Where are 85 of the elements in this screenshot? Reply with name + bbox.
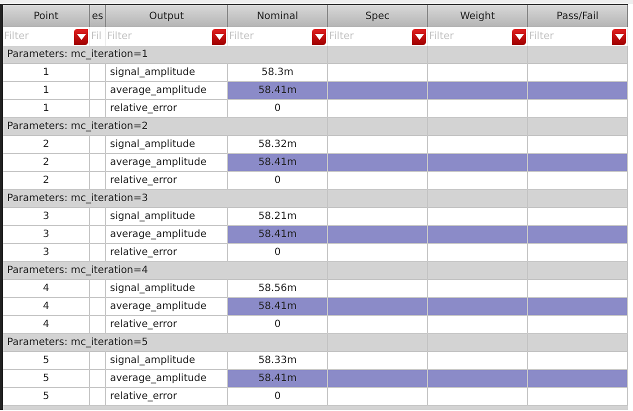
dropdown-icon[interactable] <box>312 28 326 44</box>
table-cell: 1 <box>3 100 90 118</box>
table-cell: relative_error <box>106 100 228 118</box>
column-header[interactable]: Pass/Fail <box>528 5 628 27</box>
table-cell: average_amplitude <box>106 298 228 316</box>
table-cell <box>90 298 106 316</box>
table-cell: 4 <box>3 298 90 316</box>
table-cell: 58.41m <box>228 298 328 316</box>
table-cell: signal_amplitude <box>106 352 228 370</box>
dropdown-icon[interactable] <box>74 28 88 44</box>
table-cell: 2 <box>3 136 90 154</box>
column-header[interactable]: es <box>90 5 106 27</box>
table-cell <box>90 226 106 244</box>
table-cell <box>90 316 106 334</box>
table-cell <box>90 82 106 100</box>
table-cell: 3 <box>3 208 90 226</box>
table-cell: 58.33m <box>228 352 328 370</box>
dropdown-icon[interactable] <box>412 28 426 44</box>
table-cell: 58.41m <box>228 226 328 244</box>
table-cell: 1 <box>3 82 90 100</box>
table-cell: average_amplitude <box>106 370 228 388</box>
filter-field[interactable]: Fil <box>90 31 105 42</box>
table-cell <box>90 352 106 370</box>
table-cell: 5 <box>3 352 90 370</box>
group-header[interactable]: Parameters: mc_iteration=5 <box>3 334 328 352</box>
table-cell: relative_error <box>106 316 228 334</box>
table-cell: signal_amplitude <box>106 208 228 226</box>
table-cell: 2 <box>3 154 90 172</box>
filter-field[interactable]: Filter <box>106 31 212 42</box>
group-header[interactable]: Parameters: mc_iteration=3 <box>3 190 328 208</box>
column-header[interactable]: Weight <box>428 5 528 27</box>
group-header[interactable]: Parameters: mc_iteration=4 <box>3 262 328 280</box>
table-cell <box>90 64 106 82</box>
table-cell: 58.41m <box>228 370 328 388</box>
column-header[interactable]: Point <box>3 5 90 27</box>
table-cell <box>90 172 106 190</box>
table-cell <box>90 370 106 388</box>
table-cell: 5 <box>3 388 90 406</box>
table-cell: average_amplitude <box>106 82 228 100</box>
group-header[interactable]: Parameters: mc_iteration=1 <box>3 46 328 64</box>
table-cell <box>90 136 106 154</box>
table-cell: 0 <box>228 388 328 406</box>
table-cell: 1 <box>3 64 90 82</box>
filter-field[interactable]: Filter <box>228 31 312 42</box>
table-cell: 3 <box>3 226 90 244</box>
table-cell <box>90 388 106 406</box>
table-cell: relative_error <box>106 172 228 190</box>
filter-field[interactable]: Filter <box>3 31 74 42</box>
dropdown-icon[interactable] <box>512 28 526 44</box>
table-cell: 58.56m <box>228 280 328 298</box>
table-cell: relative_error <box>106 244 228 262</box>
table-cell <box>90 244 106 262</box>
table-cell: 0 <box>228 100 328 118</box>
table-cell: 0 <box>228 316 328 334</box>
table-cell: signal_amplitude <box>106 280 228 298</box>
table-cell <box>90 208 106 226</box>
table-cell: average_amplitude <box>106 226 228 244</box>
table-cell: relative_error <box>106 388 228 406</box>
table-cell: 58.21m <box>228 208 328 226</box>
table-cell: 58.41m <box>228 154 328 172</box>
table-cell: signal_amplitude <box>106 136 228 154</box>
filter-field[interactable]: Filter <box>528 31 612 42</box>
filter-field[interactable]: Filter <box>328 31 412 42</box>
column-header[interactable]: Output <box>106 5 228 27</box>
table-cell <box>90 280 106 298</box>
table-cell: 3 <box>3 244 90 262</box>
table-cell: 5 <box>3 370 90 388</box>
table-cell: average_amplitude <box>106 154 228 172</box>
table-cell: 58.3m <box>228 64 328 82</box>
table-cell: signal_amplitude <box>106 64 228 82</box>
table-cell: 58.32m <box>228 136 328 154</box>
group-header[interactable]: Parameters: mc_iteration=2 <box>3 118 328 136</box>
table-cell <box>90 100 106 118</box>
filter-field[interactable]: Filter <box>428 31 512 42</box>
table-cell: 4 <box>3 280 90 298</box>
table-cell: 58.41m <box>228 82 328 100</box>
dropdown-icon[interactable] <box>612 28 626 44</box>
table-cell: 2 <box>3 172 90 190</box>
column-header[interactable]: Nominal <box>228 5 328 27</box>
table-cell: 0 <box>228 244 328 262</box>
dropdown-icon[interactable] <box>212 28 226 44</box>
table-cell: 0 <box>228 172 328 190</box>
table-cell <box>90 154 106 172</box>
table-cell: 4 <box>3 316 90 334</box>
column-header[interactable]: Spec <box>328 5 428 27</box>
